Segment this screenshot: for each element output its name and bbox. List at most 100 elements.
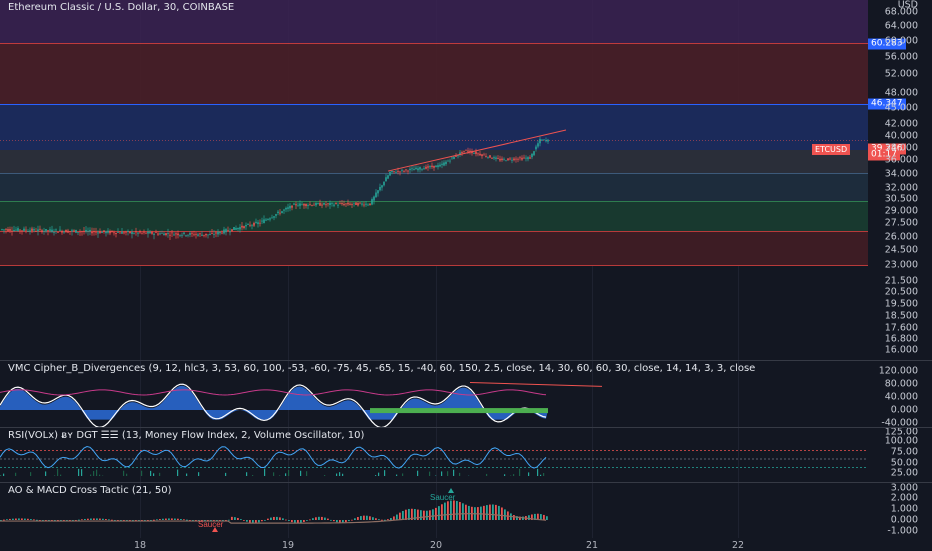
candle bbox=[317, 203, 319, 204]
candle bbox=[263, 219, 265, 223]
candle bbox=[103, 230, 105, 232]
ao-bar bbox=[306, 520, 308, 521]
candle bbox=[9, 229, 11, 231]
volume-bar bbox=[300, 471, 301, 476]
candle bbox=[99, 231, 101, 233]
vmc-axis[interactable]: 120.000 80.000 40.000 0.000 -40.000 bbox=[868, 361, 932, 427]
candle bbox=[399, 172, 401, 173]
candle bbox=[203, 235, 205, 236]
ao-bar bbox=[333, 520, 335, 521]
candle bbox=[533, 151, 535, 155]
ao-bar bbox=[21, 518, 23, 520]
candle bbox=[163, 234, 165, 236]
candle bbox=[295, 204, 297, 205]
candle bbox=[97, 232, 99, 233]
candle bbox=[65, 230, 67, 232]
ao-bar bbox=[312, 518, 314, 520]
volume-bar bbox=[225, 473, 226, 476]
rsi-tick: 100.00 bbox=[885, 436, 918, 447]
candle bbox=[275, 214, 277, 216]
volume-bar bbox=[378, 473, 379, 476]
candle bbox=[425, 167, 427, 169]
candle bbox=[155, 232, 157, 233]
ao-bar bbox=[9, 519, 11, 520]
ao-bar bbox=[162, 519, 164, 520]
candle bbox=[19, 230, 21, 231]
candle bbox=[201, 235, 203, 236]
candle bbox=[475, 152, 477, 154]
candle bbox=[415, 168, 417, 170]
rsi-axis[interactable]: 125.00 100.00 75.00 50.00 25.00 bbox=[868, 428, 932, 482]
candle bbox=[511, 160, 513, 161]
volume-bar bbox=[141, 471, 142, 476]
candle bbox=[547, 140, 549, 142]
candle bbox=[253, 223, 255, 226]
vmc-pane[interactable]: VMC Cipher_B_Divergences (9, 12, hlc3, 3… bbox=[0, 361, 868, 427]
candle bbox=[55, 230, 57, 231]
candle bbox=[243, 226, 245, 228]
candle bbox=[257, 222, 259, 224]
volume-bar bbox=[96, 470, 97, 476]
candle bbox=[325, 204, 327, 205]
candle bbox=[499, 159, 501, 161]
candle bbox=[337, 205, 339, 206]
candle bbox=[523, 158, 525, 159]
candle bbox=[319, 203, 321, 206]
ao-bar bbox=[264, 520, 266, 521]
candle bbox=[51, 230, 53, 232]
candle bbox=[309, 204, 311, 205]
candle bbox=[187, 235, 189, 236]
ao-pane[interactable]: AO & MACD Cross Tactic (21, 50) Saucer S… bbox=[0, 483, 868, 538]
candle bbox=[291, 206, 293, 208]
ao-tick: 0.000 bbox=[891, 515, 918, 526]
candle bbox=[57, 232, 59, 233]
candle bbox=[73, 230, 75, 231]
trend-line[interactable] bbox=[388, 130, 566, 171]
volume-bar bbox=[504, 474, 505, 476]
candle bbox=[351, 204, 353, 205]
candle bbox=[335, 203, 337, 204]
price-tick: 21.500 bbox=[885, 275, 918, 286]
ao-bar bbox=[546, 516, 548, 520]
ao-bar bbox=[462, 503, 464, 520]
candle bbox=[401, 170, 403, 171]
candle bbox=[107, 231, 109, 233]
ao-bar bbox=[282, 518, 284, 520]
candle bbox=[227, 230, 229, 231]
candle bbox=[149, 232, 151, 233]
candle bbox=[279, 213, 281, 214]
candle bbox=[119, 233, 121, 234]
candle bbox=[95, 232, 97, 233]
volume-bar bbox=[123, 471, 124, 476]
ao-bar bbox=[183, 519, 185, 520]
ao-bar bbox=[528, 515, 530, 520]
vmc-money-flow bbox=[370, 408, 548, 413]
price-tick: 42.000 bbox=[885, 119, 918, 130]
time-label: 20 bbox=[430, 540, 442, 551]
price-tick: 36.000 bbox=[885, 155, 918, 166]
candle bbox=[431, 166, 433, 167]
ao-bar bbox=[441, 504, 443, 520]
ao-axis[interactable]: 3.000 2.000 1.000 0.000 -1.000 bbox=[868, 483, 932, 538]
candle bbox=[493, 157, 495, 158]
ao-bar bbox=[438, 506, 440, 520]
candle bbox=[487, 157, 489, 158]
volume-bar bbox=[537, 469, 538, 476]
candle bbox=[541, 140, 543, 141]
ao-bar bbox=[417, 510, 419, 520]
price-axis[interactable]: USD 60.283 46.347 39.246 01:17 68.00064.… bbox=[868, 0, 932, 360]
candle bbox=[191, 233, 193, 234]
price-pane[interactable]: Ethereum Classic / U.S. Dollar, 30, COIN… bbox=[0, 0, 868, 360]
ao-bar bbox=[381, 520, 383, 521]
candle bbox=[183, 232, 185, 233]
volume-bar bbox=[519, 469, 520, 476]
candle bbox=[39, 229, 41, 230]
rsi-pane[interactable]: RSI(VOLx) ᴃʏ DGT ☰☰ (13, Money Flow Inde… bbox=[0, 428, 868, 482]
price-tick: 64.000 bbox=[885, 20, 918, 31]
candle bbox=[169, 235, 171, 236]
ao-bar bbox=[426, 511, 428, 520]
price-tick: 68.000 bbox=[885, 6, 918, 17]
ao-bar bbox=[156, 519, 158, 520]
ao-bar bbox=[276, 517, 278, 520]
ao-bar bbox=[249, 520, 251, 523]
